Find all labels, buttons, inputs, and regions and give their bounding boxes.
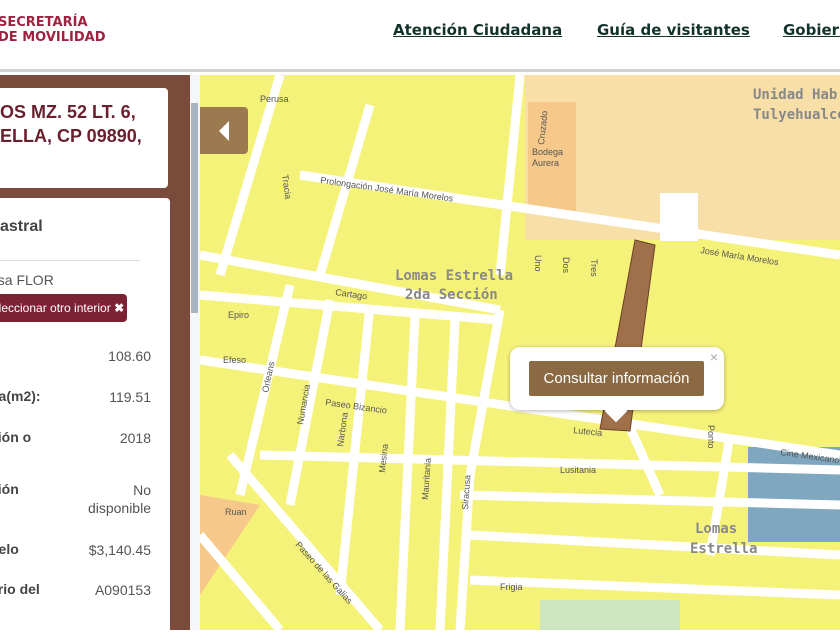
nav-guia[interactable]: Guía de visitantes	[597, 21, 750, 39]
row-key: ción o	[0, 429, 32, 445]
row-key: ario del	[0, 581, 40, 597]
street-uno: Uno	[533, 255, 543, 272]
street-ponto: Ponto	[706, 425, 716, 449]
card-title: astral	[0, 218, 43, 235]
chevron-left-icon	[219, 121, 229, 141]
street-mesina: Mesina	[377, 443, 390, 473]
label-tulyehualco: Tulyehualco	[753, 107, 840, 123]
row-value: $3,140.45	[88, 542, 151, 558]
street-tres: Tres	[589, 259, 599, 277]
street-dos: Dos	[561, 257, 571, 274]
label-estrella: Estrella	[690, 541, 757, 557]
address-card: OS MZ. 52 LT. 6, ELLA, CP 09890,	[0, 88, 168, 188]
row-key: ción	[0, 481, 19, 497]
close-icon[interactable]: ×	[710, 349, 718, 365]
row-value: A090153	[94, 582, 151, 598]
address-line2: ELLA, CP 09890,	[0, 126, 142, 146]
row-key: uelo	[0, 541, 19, 557]
row-value: 108.60	[108, 348, 151, 364]
street-ruan: Ruan	[225, 507, 247, 517]
address-line1: OS MZ. 52 LT. 6,	[0, 102, 136, 122]
logo-line2: DE MOVILIDAD	[0, 30, 106, 45]
interior-name: asa FLOR	[0, 272, 54, 288]
logo-line1: SECRETARÍA	[0, 15, 88, 30]
scrollbar[interactable]	[190, 75, 200, 630]
reselect-interior-button[interactable]: eleccionar otro interior ✖	[0, 294, 127, 322]
street-tracia: Tracia	[280, 174, 293, 200]
bodega-label: Bodega	[532, 147, 563, 157]
street-perusa: Perusa	[260, 94, 289, 104]
scrollbar-thumb[interactable]	[191, 103, 198, 313]
bodega-label2: Aurera	[532, 158, 559, 168]
street-lusitania: Lusitania	[560, 465, 596, 475]
row-value: 119.51	[109, 389, 151, 405]
close-x-icon: ✖	[114, 301, 125, 315]
street-mauritania: Mauritania	[420, 458, 433, 501]
label-lomas: Lomas	[695, 521, 737, 537]
logo[interactable]: SECRETARÍA DE MOVILIDAD	[0, 15, 106, 45]
row-value: 2018	[119, 430, 151, 446]
row-key: da(m2):	[0, 388, 41, 404]
street-efeso: Efeso	[223, 355, 246, 365]
consultar-informacion-button[interactable]: Consultar información	[529, 361, 704, 396]
street-epiro: Epiro	[228, 310, 249, 320]
label-unidad: Unidad Hab	[753, 87, 837, 103]
row-value: No disponible	[87, 482, 151, 516]
street-lutecia: Lutecia	[573, 425, 603, 438]
header: SECRETARÍA DE MOVILIDAD Atención Ciudadan…	[0, 0, 840, 72]
street-narbona: Narbona	[335, 412, 350, 448]
reselect-label: eleccionar otro interior	[0, 301, 111, 315]
label-2da-seccion: 2da Sección	[405, 287, 498, 303]
label-lomas-2da: Lomas Estrella	[395, 268, 513, 284]
collapse-panel-button[interactable]	[200, 107, 248, 154]
nav-gobierno[interactable]: Gobierno	[783, 21, 840, 39]
street-frigia: Frigia	[500, 582, 523, 592]
cadastral-card: astral asa FLOR eleccionar otro interior…	[0, 198, 170, 638]
divider	[0, 260, 140, 261]
nav-atencion[interactable]: Atención Ciudadana	[393, 21, 562, 39]
map-popup: × Consultar información	[510, 347, 724, 423]
